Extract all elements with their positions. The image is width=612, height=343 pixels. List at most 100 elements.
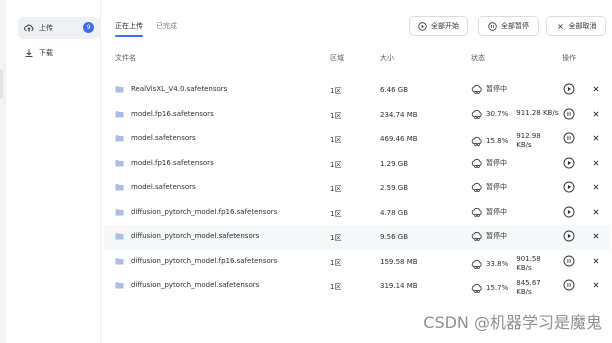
play-icon xyxy=(563,206,575,218)
pause-button[interactable] xyxy=(563,279,575,291)
file-name: diffusion_pytorch_model.fp16.safetensors xyxy=(131,207,278,216)
close-icon xyxy=(590,181,602,193)
sidebar-item-label: 下载 xyxy=(39,49,53,57)
status-text: 暂停中 xyxy=(486,85,507,93)
status-text: 暂停中 xyxy=(486,183,507,191)
table-row: diffusion_pytorch_model.safetensors 1区 9.5… xyxy=(104,225,610,250)
close-icon xyxy=(590,230,602,242)
progress-percent: 15.8% xyxy=(486,137,509,145)
file-name-cell: model.safetensors xyxy=(115,134,196,142)
resume-button[interactable] xyxy=(563,157,575,169)
pause-button[interactable] xyxy=(563,132,575,144)
file-name-cell: model.fp16.safetensors xyxy=(115,159,214,167)
folder-icon xyxy=(115,232,124,240)
tab-completed[interactable]: 已完成 xyxy=(156,21,177,31)
zone-cell: 1区 xyxy=(330,258,342,267)
pause-button[interactable] xyxy=(563,108,575,120)
folder-icon xyxy=(115,183,124,191)
pause-all-button[interactable]: 全部暂停 xyxy=(478,16,539,36)
resume-button[interactable] xyxy=(563,181,575,193)
cancel-button[interactable] xyxy=(590,206,602,218)
start-all-button[interactable]: 全部开始 xyxy=(409,16,468,36)
close-icon xyxy=(590,157,602,169)
status-cell: 暂停中 xyxy=(471,157,507,169)
folder-icon xyxy=(115,85,124,93)
progress-percent: 15.7% xyxy=(486,284,509,292)
size-cell: 4.78 GB xyxy=(380,208,409,217)
folder-icon xyxy=(115,110,124,118)
resume-button[interactable] xyxy=(563,83,575,95)
file-name: model.fp16.safetensors xyxy=(131,158,214,167)
cancel-button[interactable] xyxy=(590,157,602,169)
size-cell: 319.14 MB xyxy=(380,282,418,290)
watermark: CSDN @机器学习是魔鬼 xyxy=(423,313,602,332)
pause-button[interactable] xyxy=(563,255,575,267)
status-text: 暂停中 xyxy=(486,207,507,216)
status-cell: 暂停中 xyxy=(471,181,507,193)
pause-icon xyxy=(563,255,575,267)
resize-handle[interactable] xyxy=(0,70,3,98)
cancel-all-label: 全部取消 xyxy=(568,22,597,30)
cancel-button[interactable] xyxy=(590,181,602,193)
pause-all-label: 全部暂停 xyxy=(501,22,529,30)
zone-cell: 1区 xyxy=(330,87,342,95)
close-icon xyxy=(590,255,602,267)
cloud-upload-icon xyxy=(471,230,483,242)
folder-icon xyxy=(115,159,124,167)
resume-button[interactable] xyxy=(563,206,575,218)
table-row: model.fp16.safetensors 1区 234.74 MB 30.7% 91… xyxy=(104,103,610,128)
tab-uploading[interactable]: 正在上传 xyxy=(115,21,143,31)
size-cell: 1.29 GB xyxy=(380,159,409,168)
file-name: model.safetensors xyxy=(131,183,196,191)
zone-cell: 1区 xyxy=(330,136,342,144)
size-cell: 469.46 MB xyxy=(380,135,418,143)
cancel-all-button[interactable]: 全部取消 xyxy=(546,16,606,36)
zone-cell: 1区 xyxy=(330,234,342,242)
cancel-button[interactable] xyxy=(590,230,602,242)
file-name-cell: RealVisXL_V4.0.safetensors xyxy=(115,85,227,93)
sidebar-item-upload[interactable]: 上传 9 xyxy=(18,17,100,39)
pause-icon xyxy=(563,279,575,291)
column-action: 操作 xyxy=(562,54,576,62)
size-cell: 234.74 MB xyxy=(380,110,418,119)
column-size: 大小 xyxy=(380,54,394,62)
cancel-button[interactable] xyxy=(590,255,602,267)
sidebar: 上传 9 下载 xyxy=(6,0,101,343)
close-icon xyxy=(590,83,602,95)
table-row: model.safetensors 1区 469.46 MB 15.8% 912.98 … xyxy=(104,127,610,152)
status-text: 暂停中 xyxy=(486,232,507,240)
cancel-button[interactable] xyxy=(590,83,602,95)
close-icon xyxy=(590,206,602,218)
size-cell: 159.58 MB xyxy=(380,257,418,266)
upload-speed: 845.67 KB/s xyxy=(516,279,541,296)
size-cell: 9.56 GB xyxy=(380,233,409,241)
table-row: model.safetensors 1区 2.59 GB 暂停中 xyxy=(104,176,610,201)
status-text: 暂停中 xyxy=(486,158,507,167)
sidebar-item-download[interactable]: 下载 xyxy=(18,42,100,64)
folder-icon xyxy=(115,257,124,265)
file-name-cell: model.safetensors xyxy=(115,183,196,191)
cancel-button[interactable] xyxy=(590,132,602,144)
cloud-upload-icon xyxy=(471,135,483,147)
status-cell: 暂停中 xyxy=(471,230,507,242)
file-list: RealVisXL_V4.0.safetensors 1区 6.46 GB 暂停中 mo… xyxy=(104,78,610,299)
file-name-cell: diffusion_pytorch_model.safetensors xyxy=(115,281,259,289)
progress-percent: 33.8% xyxy=(486,259,509,268)
status-cell: 暂停中 xyxy=(471,206,507,218)
status-cell: 15.7% 845.67 KB/s xyxy=(471,279,548,297)
cancel-button[interactable] xyxy=(590,108,602,120)
file-name-cell: diffusion_pytorch_model.fp16.safetensors xyxy=(115,208,277,216)
cancel-button[interactable] xyxy=(590,279,602,291)
cloud-upload-icon xyxy=(471,258,483,270)
status-cell: 15.8% 912.98 KB/s xyxy=(471,132,548,150)
column-zone: 区域 xyxy=(330,54,344,62)
folder-icon xyxy=(115,208,124,216)
status-cell: 30.7% 911.28 KB/s xyxy=(471,108,558,120)
file-name: model.fp16.safetensors xyxy=(131,109,214,118)
zone-cell: 1区 xyxy=(330,111,342,120)
table-row: diffusion_pytorch_model.fp16.safetensors… xyxy=(104,201,610,226)
download-icon xyxy=(24,48,34,58)
resume-button[interactable] xyxy=(563,230,575,242)
file-name: diffusion_pytorch_model.safetensors xyxy=(131,232,260,240)
close-icon xyxy=(590,132,602,144)
